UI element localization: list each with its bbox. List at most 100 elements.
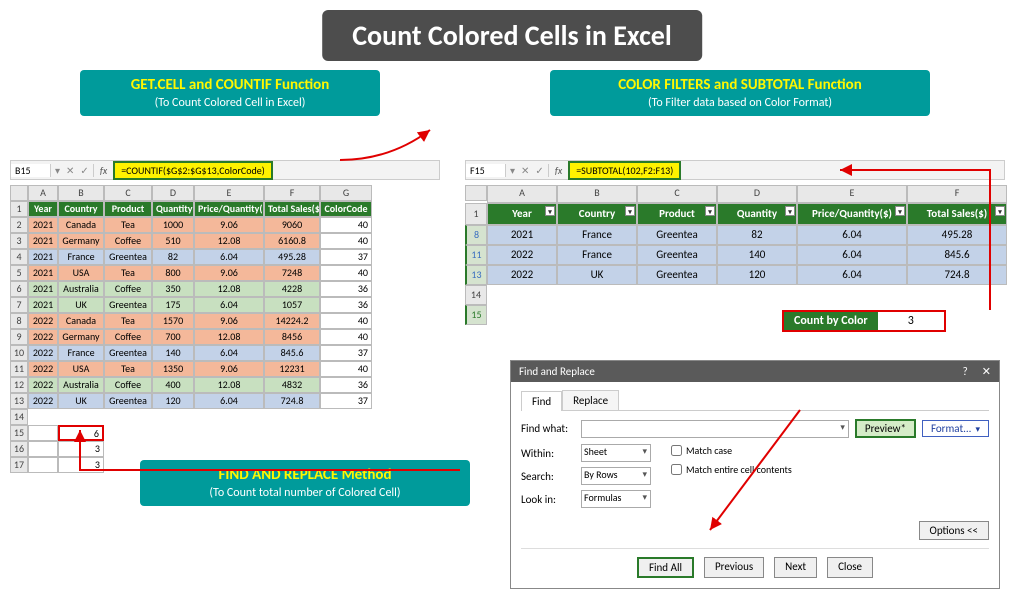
corner-cell[interactable] [465,185,487,201]
col-header[interactable]: B [58,185,104,201]
data-cell[interactable]: 400 [152,377,194,393]
data-cell[interactable]: 6.04 [797,225,907,245]
col-header[interactable]: D [717,185,797,203]
col-header[interactable]: F [907,185,1007,203]
name-box-right[interactable]: F15 [466,164,506,177]
next-button[interactable]: Next [774,557,817,578]
data-cell[interactable]: 2021 [28,217,58,233]
table-header[interactable]: Total Sales($)▾ [907,203,1007,225]
table-header[interactable]: Price/Quantity($)▾ [797,203,907,225]
table-header[interactable]: Year▾ [487,203,557,225]
col-header[interactable]: C [637,185,717,203]
data-cell[interactable]: 2022 [28,329,58,345]
data-cell[interactable]: UK [557,265,637,285]
data-cell[interactable]: 510 [152,233,194,249]
row-header[interactable]: 2 [10,217,28,233]
result-cell[interactable]: 3 [58,457,104,473]
find-all-button[interactable]: Find All [637,557,694,578]
row-header[interactable]: 4 [10,249,28,265]
col-header[interactable]: E [797,185,907,203]
data-cell[interactable]: 40 [320,233,372,249]
data-cell[interactable]: 9.06 [194,313,264,329]
data-cell[interactable]: 120 [152,393,194,409]
col-header[interactable]: A [487,185,557,203]
data-cell[interactable]: 2022 [28,361,58,377]
data-cell[interactable]: 14224.2 [264,313,320,329]
row-header[interactable]: 14 [10,409,28,425]
data-cell[interactable]: 6.04 [194,249,264,265]
col-header[interactable]: A [28,185,58,201]
data-cell[interactable]: Canada [58,217,104,233]
data-cell[interactable]: Germany [58,233,104,249]
data-cell[interactable]: Tea [104,313,152,329]
data-cell[interactable]: 175 [152,297,194,313]
col-header[interactable]: B [557,185,637,203]
col-header[interactable]: C [104,185,152,201]
table-header[interactable]: Product▾ [637,203,717,225]
data-cell[interactable]: 1000 [152,217,194,233]
row-header[interactable]: 8 [465,225,487,245]
name-box-left[interactable]: B15 [11,164,51,177]
fx-icon[interactable]: fx [94,164,113,177]
data-cell[interactable]: 2022 [487,265,557,285]
table-header[interactable]: Year [28,201,58,217]
data-cell[interactable]: 140 [152,345,194,361]
data-cell[interactable]: Tea [104,361,152,377]
data-cell[interactable]: 9.06 [194,265,264,281]
tab-find[interactable]: Find [521,391,562,411]
data-cell[interactable]: 2022 [28,393,58,409]
data-cell[interactable]: 2021 [28,265,58,281]
data-cell[interactable]: 12.08 [194,281,264,297]
data-cell[interactable]: 6.04 [194,345,264,361]
formula-input-left[interactable]: =COUNTIF($G$2:$G$13,ColorCode) [113,161,273,180]
col-header[interactable]: E [194,185,264,201]
result-cell[interactable]: 6 [58,425,104,441]
row-header[interactable]: 14 [465,285,487,305]
data-cell[interactable]: 495.28 [907,225,1007,245]
data-cell[interactable]: 6.04 [797,265,907,285]
data-cell[interactable]: 845.6 [907,245,1007,265]
data-cell[interactable]: 4228 [264,281,320,297]
filter-icon[interactable]: ▾ [785,206,795,216]
table-header[interactable]: Quantity [152,201,194,217]
row-header[interactable]: 17 [10,457,28,473]
data-cell[interactable]: 800 [152,265,194,281]
row-header[interactable]: 3 [10,233,28,249]
data-cell[interactable]: UK [58,393,104,409]
data-cell[interactable]: Greentea [104,297,152,313]
data-cell[interactable]: 845.6 [264,345,320,361]
data-cell[interactable]: 36 [320,377,372,393]
data-cell[interactable]: USA [58,361,104,377]
data-cell[interactable]: 36 [320,281,372,297]
formula-input-right[interactable]: =SUBTOTAL(102,F2:F13) [568,161,681,180]
previous-button[interactable]: Previous [704,557,764,578]
preview-button[interactable]: Preview* [855,419,916,438]
options-button[interactable]: Options << [919,521,989,540]
data-cell[interactable]: Greentea [104,393,152,409]
data-cell[interactable]: 4832 [264,377,320,393]
row-header[interactable]: 13 [10,393,28,409]
data-cell[interactable]: 40 [320,217,372,233]
data-cell[interactable]: 2022 [487,245,557,265]
table-header[interactable]: Quantity▾ [717,203,797,225]
data-cell[interactable]: 36 [320,297,372,313]
data-cell[interactable]: Coffee [104,233,152,249]
data-cell[interactable]: 82 [717,225,797,245]
formula-bar-buttons-left[interactable]: ▾✕✓ [51,164,94,177]
data-cell[interactable]: Australia [58,377,104,393]
data-cell[interactable]: 2021 [28,249,58,265]
data-cell[interactable]: 2021 [28,297,58,313]
data-cell[interactable]: 9060 [264,217,320,233]
row-header[interactable]: 16 [10,441,28,457]
data-cell[interactable]: Greentea [637,225,717,245]
table-header[interactable]: ColorCode [320,201,372,217]
data-cell[interactable] [28,441,58,457]
match-entire-checkbox[interactable]: Match entire cell contents [671,463,792,476]
filter-icon[interactable]: ▾ [995,206,1005,216]
lookin-combo[interactable]: Formulas [581,490,651,508]
close-icon[interactable]: ✕ [982,365,991,378]
filter-icon[interactable]: ▾ [895,206,905,216]
data-cell[interactable]: Australia [58,281,104,297]
table-header[interactable]: Country▾ [557,203,637,225]
data-cell[interactable]: 1570 [152,313,194,329]
